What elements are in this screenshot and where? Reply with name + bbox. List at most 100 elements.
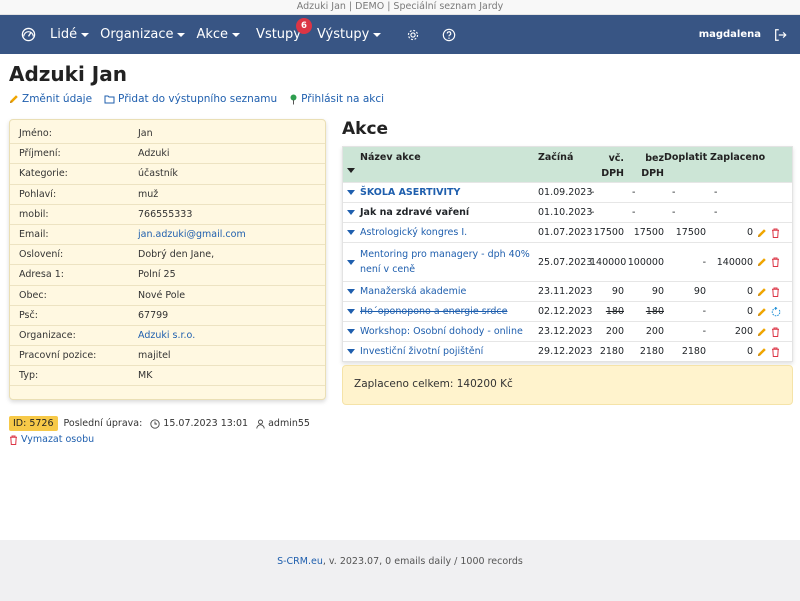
person-field-row: mobil: 766555333 (10, 205, 325, 225)
pencil-icon[interactable] (757, 307, 767, 317)
pencil-icon[interactable] (757, 257, 767, 267)
col-name-header[interactable]: Název akce (360, 147, 538, 182)
expand-row-icon[interactable] (343, 230, 360, 235)
person-field-value: 67799 (138, 309, 169, 321)
nav-vstupy[interactable]: Vstupy 6 (256, 18, 312, 42)
event-name-link[interactable]: ŠKOLA ASERTIVITY (360, 185, 538, 200)
sort-icon[interactable] (343, 147, 360, 182)
expand-row-icon[interactable] (343, 190, 360, 195)
user-name[interactable]: magdalena (699, 29, 761, 40)
expand-row-icon[interactable] (343, 289, 360, 294)
col-vat-header[interactable]: vč. DPH (590, 147, 624, 182)
event-actions (753, 257, 792, 267)
nav-organizace[interactable]: Organizace (100, 27, 186, 42)
event-name-link[interactable]: Manažerská akademie (360, 284, 538, 299)
nav-akce-label: Akce (196, 27, 229, 42)
person-field-value[interactable]: Adzuki s.r.o. (138, 330, 195, 341)
nav-akce[interactable]: Akce (196, 27, 241, 42)
event-paid: 0 (746, 346, 753, 357)
trash-icon[interactable] (771, 257, 780, 267)
person-field-label: mobil: (19, 208, 49, 220)
pencil-icon[interactable] (757, 287, 767, 297)
event-name-link[interactable]: Astrologický kongres I. (360, 225, 538, 240)
person-field-row: Obec: Nové Pole (10, 286, 325, 306)
event-paid: 0 (746, 227, 753, 238)
event-actions (753, 228, 792, 238)
col-date-header[interactable]: Začíná (538, 147, 590, 182)
event-due: - (702, 306, 706, 317)
person-field-value[interactable]: jan.adzuki@gmail.com (138, 229, 246, 240)
event-name-link[interactable]: Ho´oponopono a energie srdce (360, 304, 538, 319)
person-field-value: majitel (138, 350, 171, 362)
nav-vystupy[interactable]: Výstupy (317, 27, 382, 42)
event-due: - (702, 256, 706, 268)
event-price-vat: 2180 (599, 346, 624, 357)
nav-vstupy-label: Vstupy (256, 27, 301, 42)
person-field-label: Příjmení: (19, 148, 61, 160)
user-icon (256, 419, 265, 429)
person-field-label: Oslovení: (19, 249, 64, 261)
person-field-label: Kategorie: (19, 168, 68, 180)
trash-icon[interactable] (771, 327, 780, 337)
register-event-link[interactable]: Přihlásit na akci (289, 93, 384, 105)
person-field-value: MK (138, 370, 153, 382)
person-field-label: Pohlaví: (19, 188, 57, 200)
delete-person-link[interactable]: Vymazat osobu (9, 434, 94, 445)
person-field-value: účastník (138, 168, 178, 180)
col-novat-header-l2: DPH (641, 167, 664, 179)
event-due: 2180 (681, 346, 706, 357)
col-vat-header-l1: vč. (608, 153, 624, 164)
person-details-card: Jméno: Jan Příjmení: Adzuki Kategorie: účastn… (9, 119, 326, 400)
pencil-icon (9, 94, 19, 104)
event-name-link[interactable]: Jak na zdravé vaření (360, 205, 538, 220)
help-icon[interactable] (442, 28, 456, 42)
trash-icon[interactable] (771, 347, 780, 357)
person-field-value: muž (138, 188, 159, 200)
event-due: - (672, 187, 676, 198)
event-start-date: 25.07.2023 (538, 256, 593, 268)
event-name-link[interactable]: Workshop: Osobní dohody - online (360, 324, 538, 339)
chevron-down-icon (177, 32, 186, 37)
trash-icon[interactable] (771, 228, 780, 238)
event-name-link[interactable]: Investiční životní pojištění (360, 344, 538, 359)
nav-lide[interactable]: Lidé (50, 27, 90, 42)
col-paid-header[interactable]: Zaplaceno (706, 147, 766, 182)
expand-row-icon[interactable] (343, 349, 360, 354)
event-price-novat: - (632, 187, 636, 198)
person-field-row: Organizace: Adzuki s.r.o. (10, 326, 325, 347)
gear-icon[interactable] (406, 28, 420, 42)
event-name-link[interactable]: Mentoring pro managery - dph 40% není v … (360, 247, 538, 277)
event-paid: 0 (746, 306, 753, 317)
dashboard-icon[interactable] (20, 27, 36, 43)
last-edit-time-value: 15.07.2023 13:01 (163, 418, 249, 429)
event-actions (753, 327, 792, 337)
delete-person-label: Vymazat osobu (21, 434, 95, 445)
pencil-icon[interactable] (757, 327, 767, 337)
expand-row-icon[interactable] (343, 309, 360, 314)
expand-row-icon[interactable] (343, 329, 360, 334)
nav-vystupy-label: Výstupy (317, 27, 370, 42)
edit-person-label: Změnit údaje (22, 93, 93, 105)
pencil-icon[interactable] (757, 347, 767, 357)
event-paid: - (714, 207, 718, 218)
logout-icon[interactable] (773, 28, 788, 42)
add-output-list-link[interactable]: Přidat do výstupního seznamu (104, 93, 277, 105)
expand-row-icon[interactable] (343, 259, 360, 265)
restore-icon[interactable] (771, 306, 781, 317)
event-paid: 140000 (716, 256, 753, 268)
col-due-header[interactable]: Doplatit (664, 147, 707, 182)
event-due: 90 (693, 286, 706, 297)
vstupy-count-badge: 6 (296, 18, 312, 34)
event-price-vat: 180 (605, 306, 624, 317)
edit-person-link[interactable]: Změnit údaje (9, 93, 92, 105)
event-row: ŠKOLA ASERTIVITY 01.09.2023- - - - (343, 182, 792, 202)
expand-row-icon[interactable] (343, 210, 360, 215)
event-due: 17500 (675, 227, 706, 238)
footer-link[interactable]: S-CRM.eu (277, 556, 323, 567)
record-id-badge: ID: 5726 (9, 416, 58, 431)
pencil-icon[interactable] (757, 228, 767, 238)
event-start-date: 23.12.2023 (538, 326, 593, 337)
col-novat-header[interactable]: bez DPH (624, 147, 664, 182)
event-actions (753, 287, 792, 297)
trash-icon[interactable] (771, 287, 780, 297)
